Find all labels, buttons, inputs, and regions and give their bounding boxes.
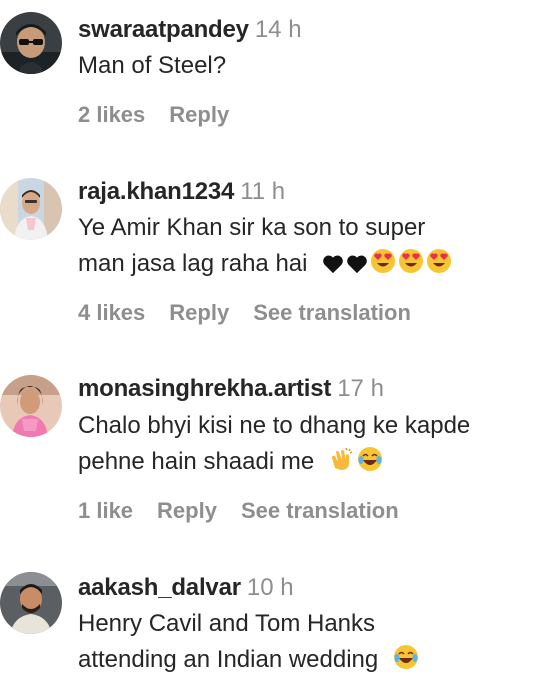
comment-line: Henry Cavil and Tom Hanks (78, 610, 376, 637)
avatar[interactable] (0, 375, 62, 437)
timestamp: 14 h (254, 16, 302, 43)
comment-actions: 2 likes Reply (78, 101, 253, 129)
comment-actions: 1 like Reply See translation (78, 497, 423, 525)
avatar[interactable] (0, 12, 62, 74)
username[interactable]: raja.khan1234 (78, 178, 234, 205)
comment-line-with-emoji: attending an Indian wedding (78, 642, 419, 678)
comment-line: pehne hain shaadi me (78, 448, 315, 475)
comment-line: attending an Indian wedding (78, 646, 379, 673)
avatar-image (0, 12, 62, 74)
timestamp: 17 h (337, 375, 384, 402)
comment-line: man jasa lag raha hai (78, 250, 308, 277)
heart-eyes-icon (370, 248, 396, 274)
avatar-image (0, 572, 62, 634)
see-translation-button[interactable]: See translation (241, 498, 399, 523)
username[interactable]: swaraatpandey (78, 16, 249, 43)
comment-text: Henry Cavil and Tom Hanks attending an I… (78, 606, 419, 678)
avatar[interactable] (0, 572, 62, 634)
comment-header: aakash_dalvar 10 h (78, 573, 294, 603)
comment-line: Man of Steel? (78, 52, 227, 79)
clapping-hands-icon (329, 446, 355, 472)
avatar[interactable] (0, 178, 62, 240)
comment-line-with-emoji: pehne hain shaadi me (78, 444, 470, 480)
comment-actions: 4 likes Reply See translation (78, 299, 435, 327)
reply-button[interactable]: Reply (157, 498, 217, 523)
comment-header: swaraatpandey 14 h (78, 15, 302, 45)
timestamp: 11 h (240, 178, 286, 205)
comment-line: Ye Amir Khan sir ka son to super (78, 214, 426, 241)
comment-line: Chalo bhyi kisi ne to dhang ke kapde (78, 412, 471, 439)
comment-line-with-emoji: man jasa lag raha hai (78, 246, 452, 282)
avatar-image (0, 178, 62, 240)
comment-text: Ye Amir Khan sir ka son to super man jas… (78, 210, 452, 282)
black-heart-icon (346, 254, 368, 274)
tears-of-joy-icon (393, 644, 419, 670)
username[interactable]: aakash_dalvar (78, 574, 241, 601)
tears-of-joy-icon (357, 446, 383, 472)
comment-text: Man of Steel? (78, 48, 226, 84)
avatar-image (0, 375, 62, 437)
heart-eyes-icon (426, 248, 452, 274)
comment-text: Chalo bhyi kisi ne to dhang ke kapde peh… (78, 408, 470, 480)
reply-button[interactable]: Reply (169, 300, 229, 325)
likes-count[interactable]: 2 likes (78, 102, 145, 127)
timestamp: 10 h (246, 574, 294, 601)
black-heart-icon (322, 254, 344, 274)
likes-count[interactable]: 4 likes (78, 300, 145, 325)
username[interactable]: monasinghrekha.artist (78, 375, 331, 402)
reply-button[interactable]: Reply (169, 102, 229, 127)
likes-count[interactable]: 1 like (78, 498, 133, 523)
comment-header: raja.khan1234 11 h (78, 177, 285, 207)
comment-header: monasinghrekha.artist 17 h (78, 374, 384, 404)
heart-eyes-icon (398, 248, 424, 274)
see-translation-button[interactable]: See translation (253, 300, 411, 325)
